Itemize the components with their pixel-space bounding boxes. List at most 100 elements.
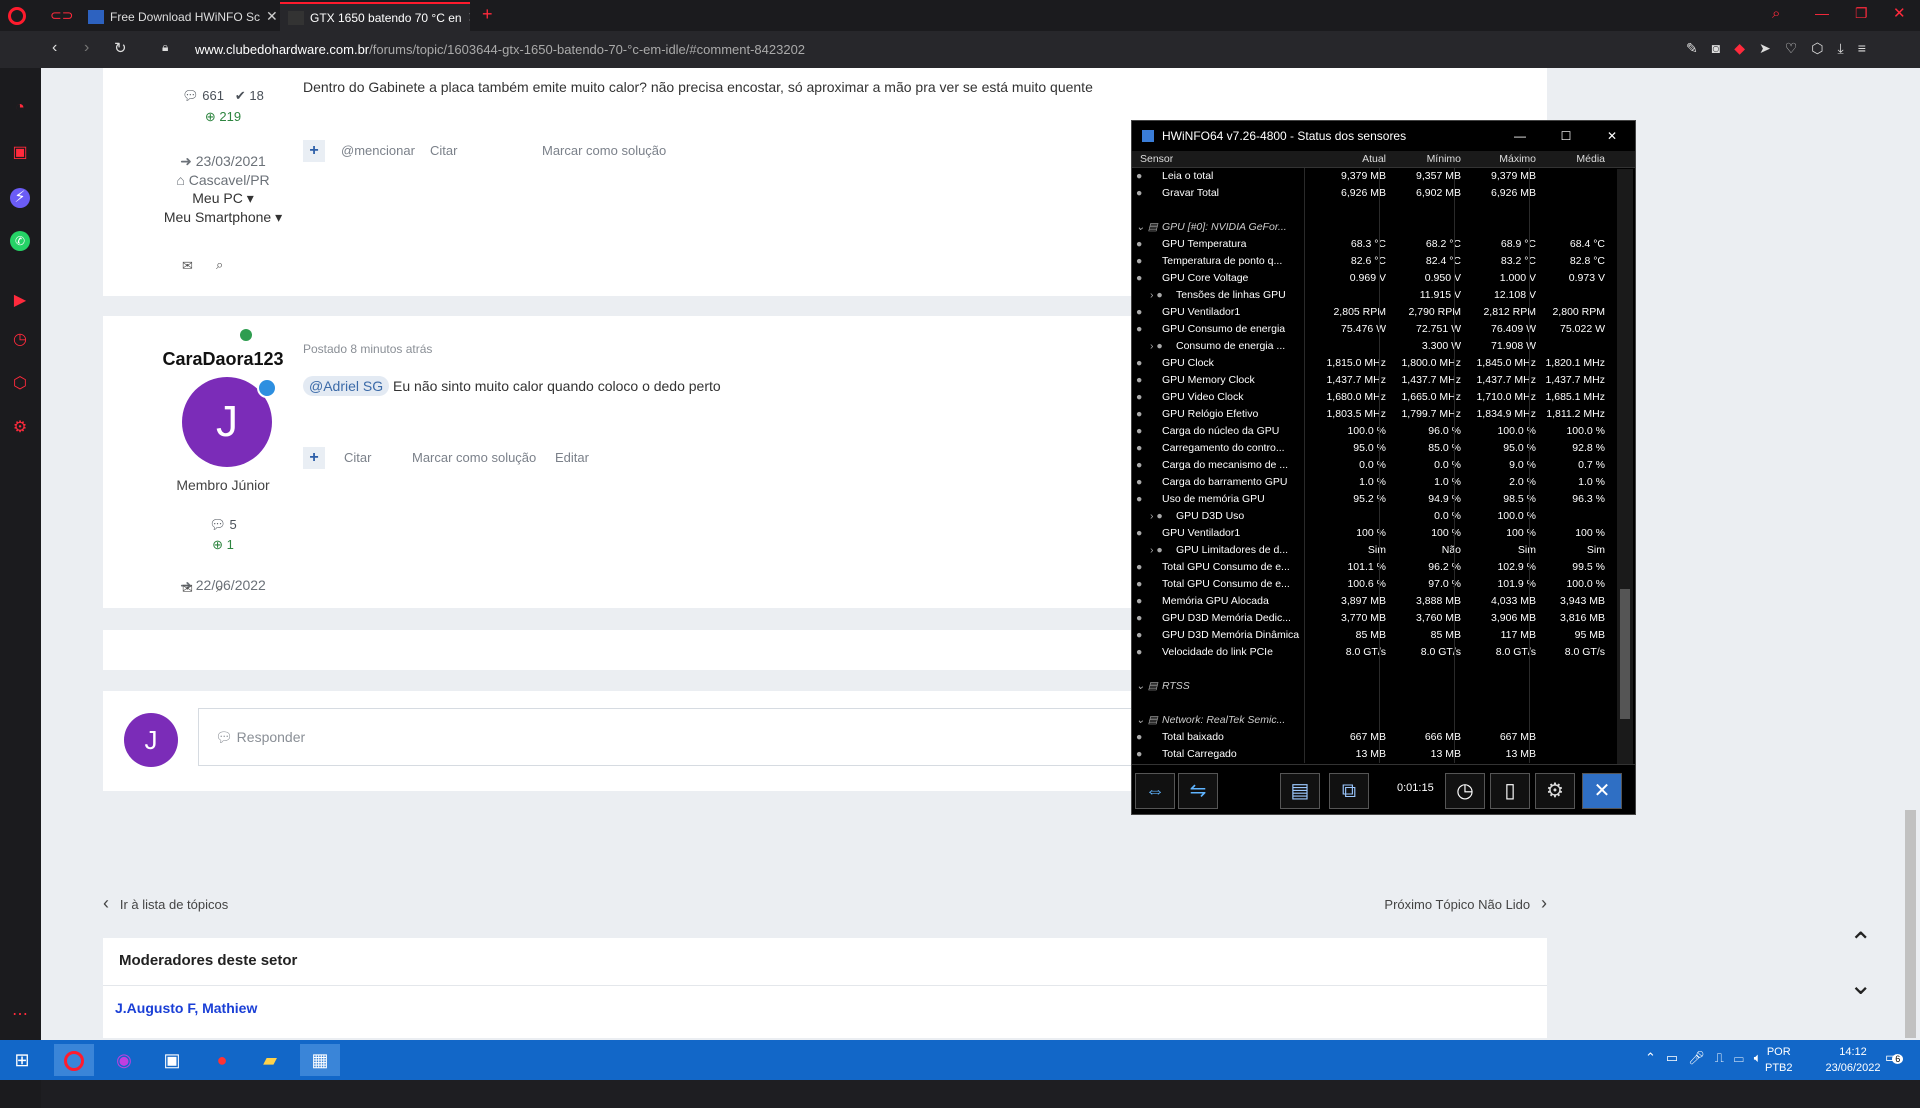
gamepad-icon[interactable]: ⊂⊃ [50,7,73,24]
heart-icon[interactable]: ♡ [1785,40,1812,56]
sensor-row[interactable]: ● Leia o total 9,379 MB 9,357 MB 9,379 MB [1132,168,1610,185]
sensor-row[interactable]: ● Carga do mecanismo de ... 0.0 % 0.0 % 9.0 … [1132,457,1610,474]
sensor-row[interactable]: ● GPU D3D Memória Dinâmica 85 MB 85 MB 117 M… [1132,627,1610,644]
mark-solution-link[interactable]: Marcar como solução [412,450,536,465]
bag-icon[interactable]: ▣ [10,143,30,163]
messenger-icon[interactable]: ⚡︎ [10,188,30,208]
download-icon[interactable]: ⤓ [1838,40,1858,56]
close-icon[interactable]: ✕ [260,8,278,25]
sensor-row[interactable]: ● GPU Relógio Efetivo 1,803.5 MHz 1,799.7 M… [1132,406,1610,423]
menu-icon[interactable]: ≡ [1858,40,1880,56]
opera-gx-taskbar-icon[interactable]: ◉ [104,1044,144,1076]
sensor-row[interactable]: ● GPU Video Clock 1,680.0 MHz 1,665.0 MHz 1,… [1132,389,1610,406]
camera-icon[interactable]: ◙ [1712,40,1734,56]
my-phone-dropdown[interactable]: Meu Smartphone ▾ [133,209,313,226]
notification-center-icon[interactable]: ▭6 [1885,1049,1904,1066]
mention-tag[interactable]: @Adriel SG [303,376,390,396]
cube-icon[interactable]: ⬡ [10,374,30,394]
edit-icon[interactable]: ✎ [1686,40,1712,56]
sensor-row[interactable]: › ● GPU Limitadores de d... Sim Não Sim Sim [1132,542,1610,559]
hwinfo-taskbar-icon[interactable]: ▦ [300,1044,340,1076]
sensor-row[interactable]: ● Memória GPU Alocada 3,897 MB 3,888 MB 4,03… [1132,593,1610,610]
opera-menu-icon[interactable] [8,7,26,25]
envelope-icon[interactable]: ✉ [182,258,193,274]
usb-icon[interactable]: ⎍ [1715,1050,1734,1065]
collapse-arrows-icon[interactable]: ⇋ [1178,773,1218,809]
monitor-icon[interactable]: ▤ [1280,773,1320,809]
windows-start-icon[interactable]: ⊞ [2,1044,42,1076]
sensor-row[interactable]: › ● Consumo de energia ... 3.300 W 71.908 W [1132,338,1610,355]
chevron-up-icon[interactable]: ⌃ [1645,1050,1666,1065]
quote-link[interactable]: Citar [344,450,371,465]
speed-dial-icon[interactable]: ◔ [10,98,30,118]
url-field[interactable]: www.clubedohardware.com.br/forums/topic/… [195,42,805,57]
tab-forum-topic[interactable]: GTX 1650 batendo 70 °C en ✕ [280,2,470,31]
network-icon[interactable]: ▭ [1734,1050,1754,1065]
opera-taskbar-icon[interactable] [54,1044,94,1076]
language-indicator[interactable]: POR PTB2 [1765,1044,1793,1076]
report-icon[interactable]: ▯ [1490,773,1530,809]
lock-icon[interactable]: 🔒︎ [162,40,168,55]
sensor-row[interactable]: ● GPU Consumo de energia 75.476 W 72.751 W7… [1132,321,1610,338]
maximize-icon[interactable]: ☐ [1543,129,1589,143]
col-max[interactable]: Máximo [1454,151,1540,168]
expand-arrows-icon[interactable]: ⇔ [1135,773,1175,809]
reload-icon[interactable]: ↻ [114,39,127,57]
tab-hwinfo-download[interactable]: Free Download HWiNFO Sc ✕ [80,2,280,31]
mic-icon[interactable]: 🎤︎ [1688,1050,1715,1065]
minimize-icon[interactable]: — [1815,5,1829,21]
close-icon[interactable]: ✕ [1582,773,1622,809]
cube-icon[interactable]: ⬡ [1811,40,1837,56]
sensor-row[interactable]: ● Temperatura de ponto q... 82.6 °C 82.4 °C… [1132,253,1610,270]
add-button[interactable]: + [303,447,325,469]
hwinfo-titlebar[interactable]: HWiNFO64 v7.26-4800 - Status dos sensore… [1132,121,1635,151]
device-icon[interactable]: ▭ [1666,1050,1688,1065]
scroll-down-icon[interactable]: ⌄ [1849,968,1872,1001]
username[interactable]: CaraDaora123 [123,349,323,370]
sensor-row[interactable]: ● GPU Ventilador1 100 % 100 % 100 % 100 % [1132,525,1610,542]
back-icon[interactable]: ‹ [52,39,57,57]
sensor-row[interactable]: ● Carga do barramento GPU 1.0 % 1.0 % 2.0 % 1… [1132,474,1610,491]
sensor-row[interactable]: ● GPU Core Voltage 0.969 V 0.950 V 1.000 V 0.… [1132,270,1610,287]
sensor-row[interactable]: ● Uso de memória GPU 95.2 % 94.9 % 98.5 % 96.… [1132,491,1610,508]
page-scrollbar-thumb[interactable] [1905,810,1916,1038]
history-icon[interactable]: ◷ [10,330,30,350]
close-window-icon[interactable]: ✕ [1893,4,1906,22]
close-icon[interactable]: ✕ [1589,129,1635,143]
settings-icon[interactable]: ⚙ [1535,773,1575,809]
sensor-row[interactable]: ● GPU Memory Clock 1,437.7 MHz 1,437.7 MHz 1… [1132,372,1610,389]
search-tabs-icon[interactable]: ⌕ [1772,5,1780,22]
edit-link[interactable]: Editar [555,450,589,465]
sensor-row[interactable]: ● Total Carregado 13 MB 13 MB 13 MB [1132,746,1610,763]
sensor-group-row[interactable]: ⌄ ▤ RTSS [1132,678,1610,695]
sensor-row[interactable]: ● Gravar Total 6,926 MB 6,902 MB 6,926 MB [1132,185,1610,202]
forward-icon[interactable]: › [84,39,89,57]
sensor-row[interactable]: ● Velocidade do link PCIe 8.0 GT/s 8.0 GT/s… [1132,644,1610,661]
sensor-row[interactable]: ● Carregamento do contro... 95.0 % 85.0 % 95… [1132,440,1610,457]
record-taskbar-icon[interactable]: ● [202,1044,242,1076]
col-sensor[interactable]: Sensor [1140,151,1173,168]
restore-icon[interactable]: ❐ [1855,5,1868,22]
sensor-row[interactable] [1132,202,1610,219]
sensor-row[interactable]: ● GPU Clock 1,815.0 MHz 1,800.0 MHz 1,845.0 … [1132,355,1610,372]
quote-link[interactable]: Citar [430,143,457,158]
sensor-row[interactable]: › ● Tensões de linhas GPU 11.915 V 12.108 V [1132,287,1610,304]
col-min[interactable]: Mínimo [1379,151,1465,168]
scroll-up-icon[interactable]: ⌃ [1849,926,1872,959]
back-to-topics-link[interactable]: ‹ Ir à lista de tópicos [103,893,228,914]
search-icon[interactable]: ⌕ [216,257,223,273]
my-pc-dropdown[interactable]: Meu PC ▾ [143,190,303,207]
sensor-group-row[interactable]: ⌄ ▤ GPU [#0]: NVIDIA GeFor... [1132,219,1610,236]
clock[interactable]: 14:12 23/06/2022 [1818,1044,1888,1076]
sensor-row[interactable]: ● Carga do núcleo da GPU 100.0 % 96.0 % 100.… [1132,423,1610,440]
minimize-icon[interactable]: — [1497,129,1543,143]
player-icon[interactable]: ▶ [10,291,30,311]
col-current[interactable]: Atual [1304,151,1390,168]
whatsapp-icon[interactable]: ✆ [10,231,30,251]
sensor-row[interactable]: ● Total baixado 667 MB 666 MB 667 MB [1132,729,1610,746]
sensor-row[interactable] [1132,661,1610,678]
sensor-row[interactable]: ● GPU D3D Memória Dedic... 3,770 MB 3,760 M… [1132,610,1610,627]
more-icon[interactable]: ⋯ [10,1005,30,1025]
sensor-row[interactable]: ● Total GPU Consumo de e... 100.6 % 97.0 % 1… [1132,576,1610,593]
hwinfo-scrollbar-thumb[interactable] [1620,589,1630,719]
